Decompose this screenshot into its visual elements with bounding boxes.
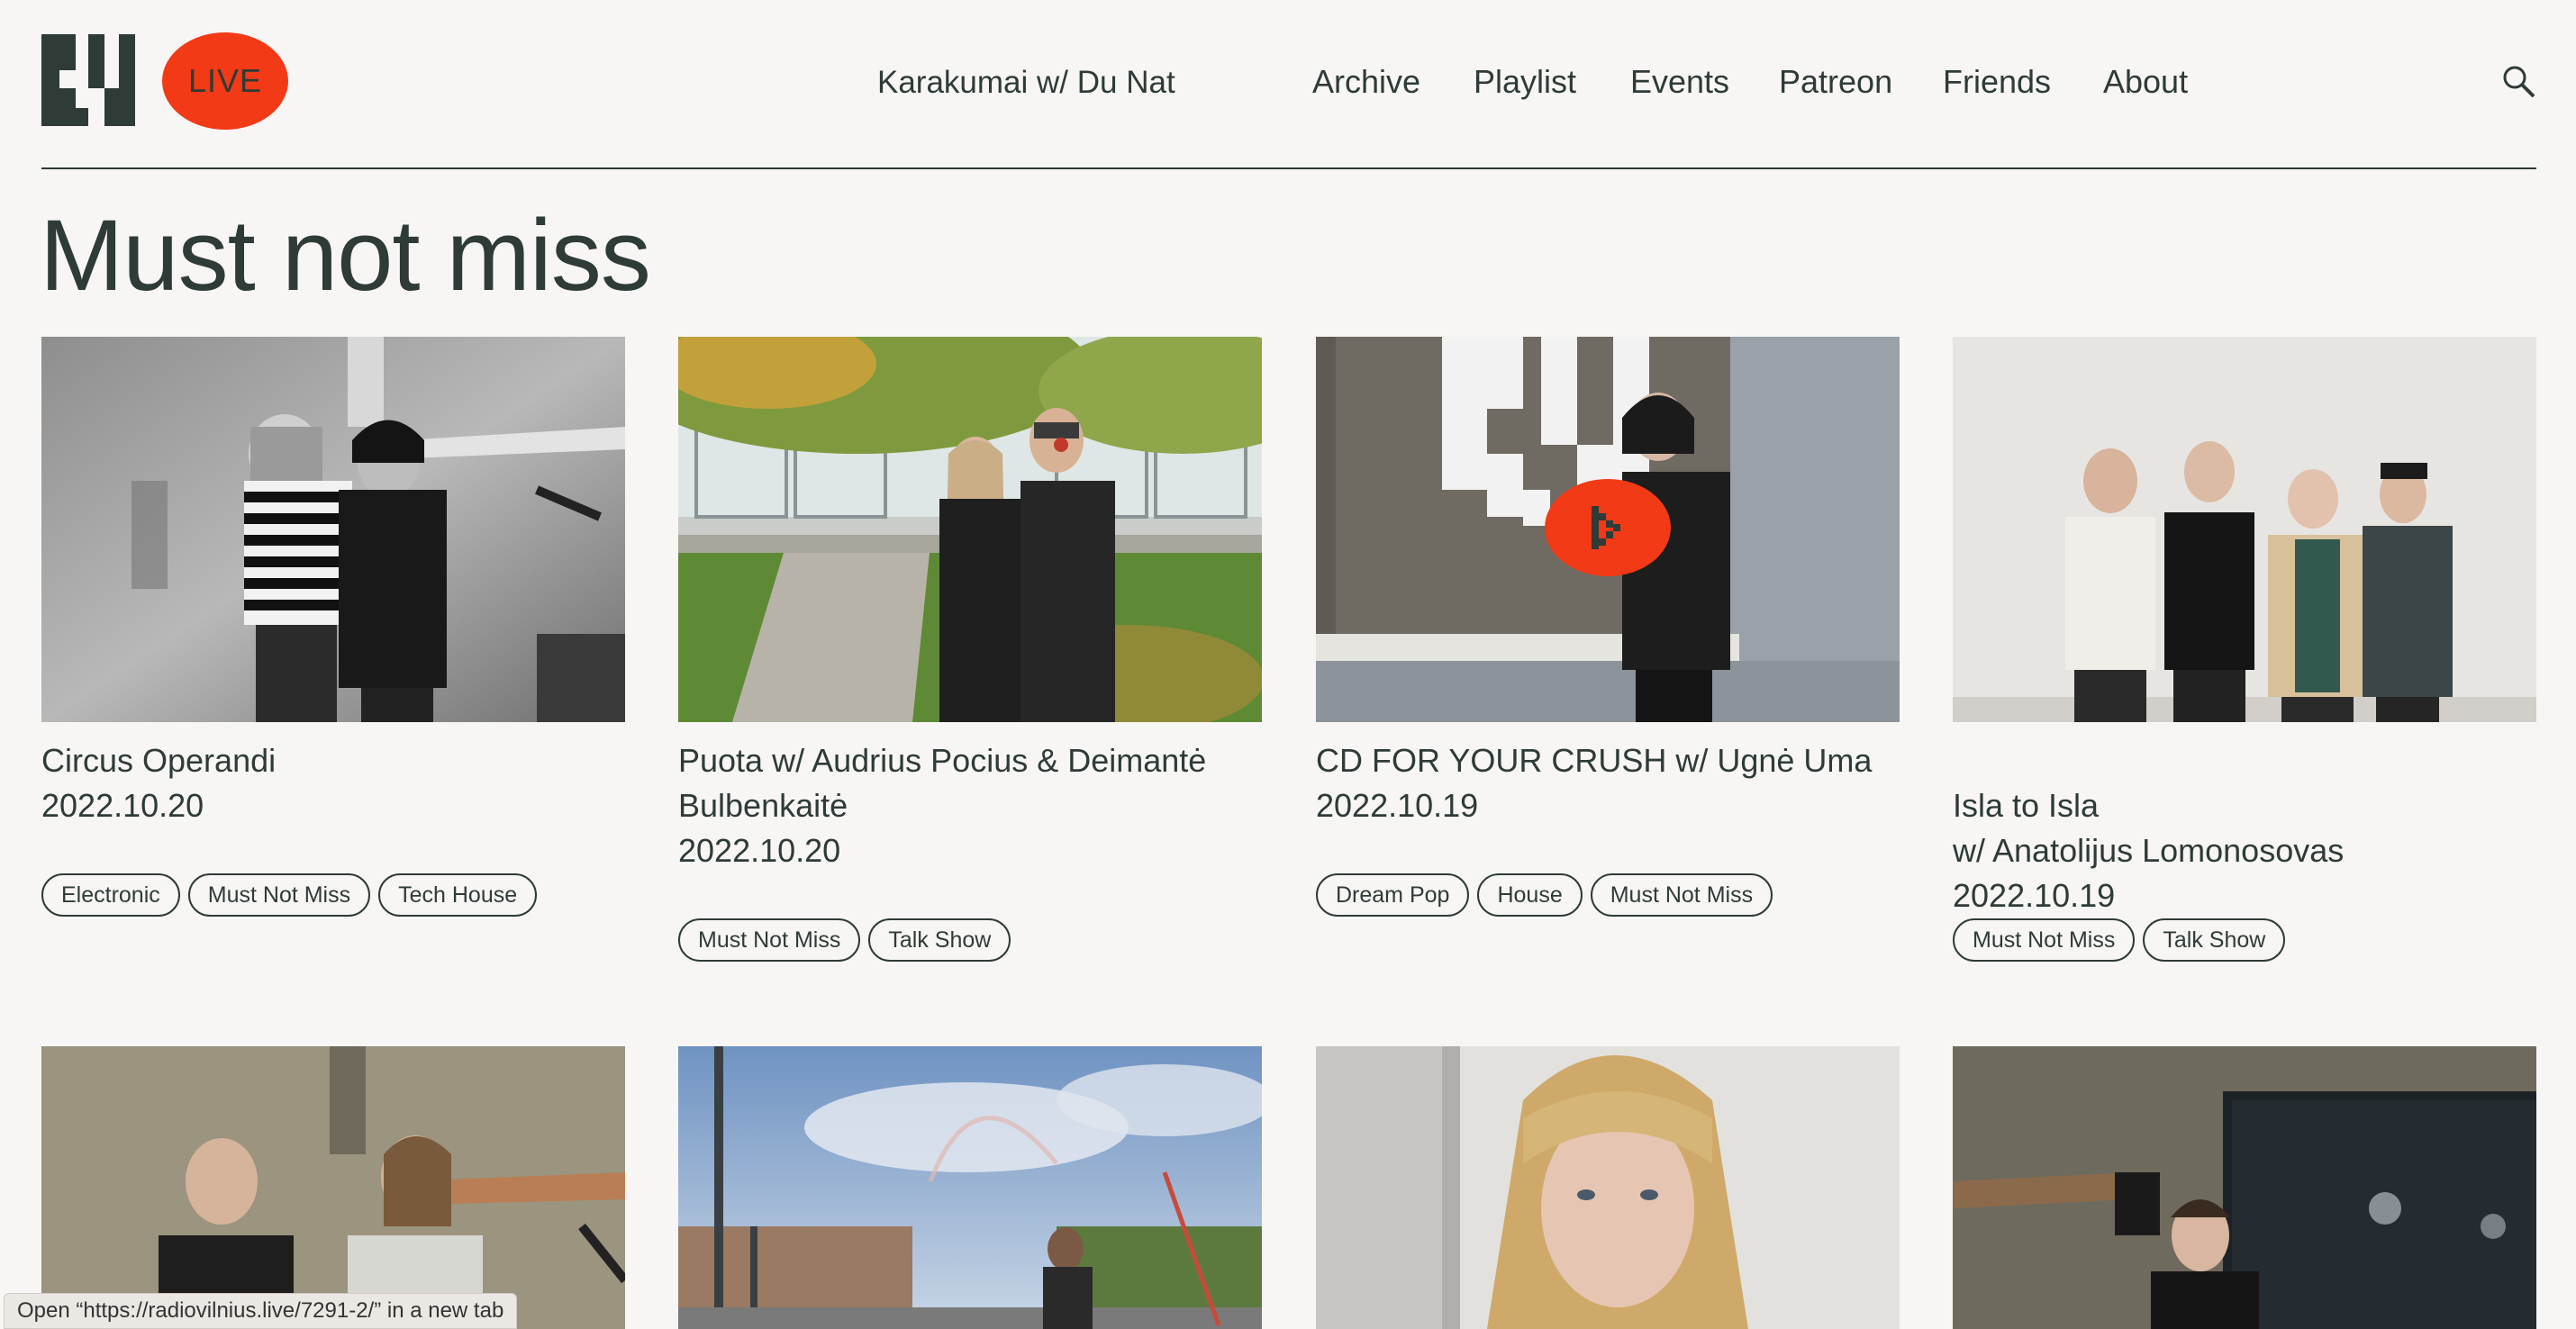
show-title[interactable]: Circus Operandi 2022.10.20 <box>41 738 636 828</box>
nav-about[interactable]: About <box>2103 59 2188 104</box>
tag-list: Must Not Miss Talk Show <box>1953 918 2286 962</box>
tag-must-not-miss[interactable]: Must Not Miss <box>678 918 861 962</box>
nav-patreon[interactable]: Patreon <box>1779 59 1892 104</box>
show-image[interactable] <box>41 1046 625 1329</box>
tag-must-not-miss[interactable]: Must Not Miss <box>187 873 371 917</box>
show-image[interactable] <box>1316 337 1900 722</box>
page-title: Must not miss <box>40 199 651 312</box>
show-date: 2022.10.20 <box>41 787 204 824</box>
now-playing-ticker[interactable]: Karakumai w/ Du Nat <box>877 61 1205 104</box>
site-header: LIVE Karakumai w/ Du Nat Archive Playlis… <box>0 0 2576 169</box>
show-date: 2022.10.19 <box>1953 877 2116 914</box>
tag-tech-house[interactable]: Tech House <box>378 873 538 917</box>
tag-must-not-miss[interactable]: Must Not Miss <box>1590 873 1773 917</box>
show-name[interactable]: Isla to Isla w/ Anatolijus Lomonosovas <box>1953 787 2344 869</box>
show-title[interactable]: CD FOR YOUR CRUSH w/ Ugnė Uma 2022.10.19 <box>1316 738 1910 828</box>
show-image[interactable] <box>41 337 625 722</box>
tag-must-not-miss[interactable]: Must Not Miss <box>1953 918 2136 962</box>
show-date: 2022.10.19 <box>1316 787 1479 824</box>
search-icon[interactable] <box>2500 63 2536 99</box>
link-status-bar: Open “https://radiovilnius.live/7291-2/”… <box>4 1293 518 1329</box>
tag-list: Electronic Must Not Miss Tech House <box>41 873 538 917</box>
header-divider <box>41 167 2536 169</box>
tag-list: Dream Pop House Must Not Miss <box>1316 873 1773 917</box>
show-name[interactable]: Puota w/ Audrius Pocius & Deimantė Bulbe… <box>678 742 1206 824</box>
nav-friends[interactable]: Friends <box>1943 59 2051 104</box>
show-name[interactable]: CD FOR YOUR CRUSH w/ Ugnė Uma <box>1316 742 1872 779</box>
show-name[interactable]: Circus Operandi <box>41 742 276 779</box>
tag-house[interactable]: House <box>1477 873 1583 917</box>
radio-vilnius-logo[interactable] <box>41 34 135 126</box>
tag-dream-pop[interactable]: Dream Pop <box>1316 873 1470 917</box>
tag-talk-show[interactable]: Talk Show <box>2143 918 2286 962</box>
tag-electronic[interactable]: Electronic <box>41 873 180 917</box>
tag-talk-show[interactable]: Talk Show <box>868 918 1011 962</box>
nav-playlist[interactable]: Playlist <box>1474 59 1576 104</box>
show-image[interactable] <box>1953 337 2536 722</box>
live-button[interactable]: LIVE <box>162 32 288 130</box>
show-image[interactable] <box>678 337 1262 722</box>
tag-list: Must Not Miss Talk Show <box>678 918 1011 962</box>
show-image[interactable] <box>678 1046 1262 1329</box>
show-date: 2022.10.20 <box>678 832 841 869</box>
nav-events[interactable]: Events <box>1630 59 1729 104</box>
show-title[interactable]: Puota w/ Audrius Pocius & Deimantė Bulbe… <box>678 738 1273 873</box>
play-button[interactable] <box>1545 479 1671 576</box>
show-image[interactable] <box>1953 1046 2536 1329</box>
nav-archive[interactable]: Archive <box>1312 59 1420 104</box>
show-image[interactable] <box>1316 1046 1900 1329</box>
